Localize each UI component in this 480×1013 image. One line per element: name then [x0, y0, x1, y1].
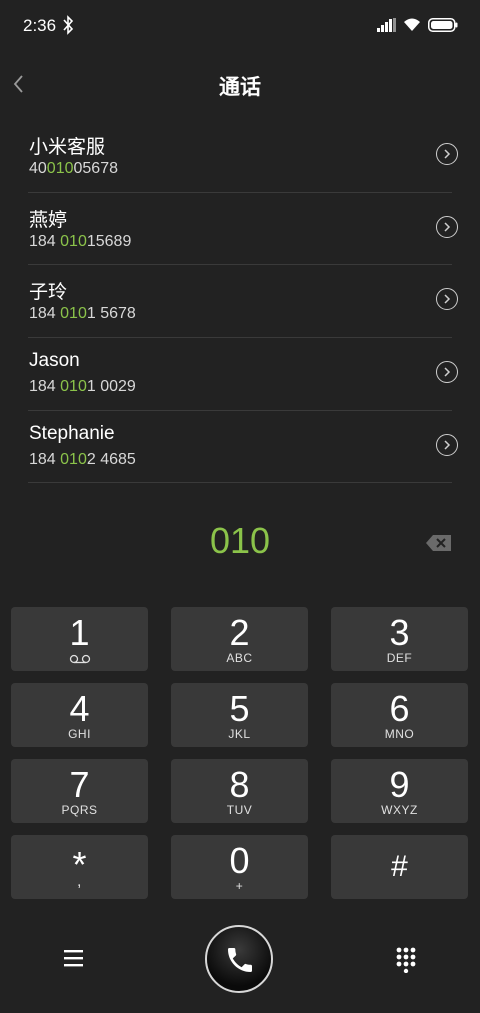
backspace-icon[interactable] — [425, 533, 453, 553]
contact-number: 184 0101 5678 — [29, 305, 136, 323]
key-letters: JKL — [228, 727, 251, 741]
chevron-right-circle-icon[interactable] — [436, 215, 458, 238]
key-digit: 1 — [69, 612, 90, 653]
key-digit: # — [391, 850, 408, 883]
call-button[interactable] — [205, 925, 273, 993]
contact-number: 184 0102 4685 — [29, 450, 136, 468]
list-item[interactable]: 小米客服 4001005678 — [28, 120, 458, 193]
status-time: 2:36 — [23, 16, 57, 35]
contact-name: 小米客服 — [29, 137, 106, 158]
key-5[interactable]: 5 JKL — [171, 683, 308, 747]
key-letters: PQRS — [61, 803, 98, 817]
key-2[interactable]: 2 ABC — [171, 607, 308, 671]
key-digit: 2 — [229, 612, 250, 653]
key-letters: , — [77, 873, 82, 890]
contact-number: 184 0101 0029 — [29, 378, 136, 396]
contact-name: 子玲 — [29, 282, 68, 304]
key-7[interactable]: 7 PQRS — [11, 759, 148, 823]
status-bar: 2:36 — [0, 0, 480, 54]
dialpad-icon[interactable] — [396, 947, 416, 973]
key-3[interactable]: 3 DEF — [331, 607, 468, 671]
battery-icon — [428, 18, 458, 32]
key-digit: 6 — [389, 688, 410, 729]
dialed-number: 010 — [209, 520, 271, 561]
list-item[interactable]: Stephanie 184 0102 4685 — [28, 411, 458, 484]
key-hash[interactable]: # — [331, 835, 468, 899]
key-star[interactable]: * , — [11, 835, 148, 899]
bluetooth-icon — [63, 15, 74, 35]
key-letters: + — [235, 879, 244, 893]
key-digit: 7 — [69, 764, 90, 805]
key-digit: 4 — [69, 688, 90, 729]
chevron-right-circle-icon[interactable] — [436, 288, 458, 311]
key-digit: 0 — [229, 840, 250, 881]
list-item[interactable]: 子玲 184 0101 5678 — [28, 265, 458, 339]
contact-name: Jason — [29, 350, 80, 372]
voicemail-icon — [69, 654, 91, 664]
header: 通话 — [0, 60, 480, 110]
key-letters: ABC — [226, 651, 253, 665]
key-9[interactable]: 9 WXYZ — [331, 759, 468, 823]
contact-name: Stephanie — [29, 422, 115, 444]
key-letters: DEF — [386, 651, 413, 665]
chevron-right-circle-icon[interactable] — [436, 433, 458, 456]
list-item[interactable]: 燕婷 184 01015689 — [28, 193, 458, 266]
contact-suggestions: 小米客服 4001005678 燕婷 184 01015689 子玲 184 0… — [28, 120, 458, 484]
bottom-bar — [0, 920, 480, 1013]
key-1[interactable]: 1 — [11, 607, 148, 671]
phone-icon — [228, 948, 252, 972]
key-letters: TUV — [226, 803, 253, 817]
key-digit: 5 — [229, 688, 250, 729]
contact-number: 184 01015689 — [29, 232, 132, 250]
key-4[interactable]: 4 GHI — [11, 683, 148, 747]
list-item[interactable]: Jason 184 0101 0029 — [28, 338, 458, 411]
page-title: 通话 — [219, 75, 261, 99]
contact-name: 燕婷 — [29, 209, 68, 231]
key-letters: MNO — [384, 727, 415, 741]
contact-number: 4001005678 — [29, 160, 118, 177]
wifi-icon — [404, 18, 420, 31]
chevron-right-circle-icon[interactable] — [436, 143, 458, 165]
key-8[interactable]: 8 TUV — [171, 759, 308, 823]
key-letters: WXYZ — [381, 803, 418, 817]
key-letters: GHI — [68, 727, 91, 741]
chevron-right-circle-icon[interactable] — [436, 361, 458, 384]
key-0[interactable]: 0 + — [171, 835, 308, 899]
menu-icon[interactable] — [63, 948, 85, 968]
key-digit: 9 — [389, 764, 410, 805]
key-digit: 3 — [389, 612, 410, 653]
key-6[interactable]: 6 MNO — [331, 683, 468, 747]
signal-icon — [377, 18, 396, 32]
key-digit: 8 — [229, 764, 250, 805]
